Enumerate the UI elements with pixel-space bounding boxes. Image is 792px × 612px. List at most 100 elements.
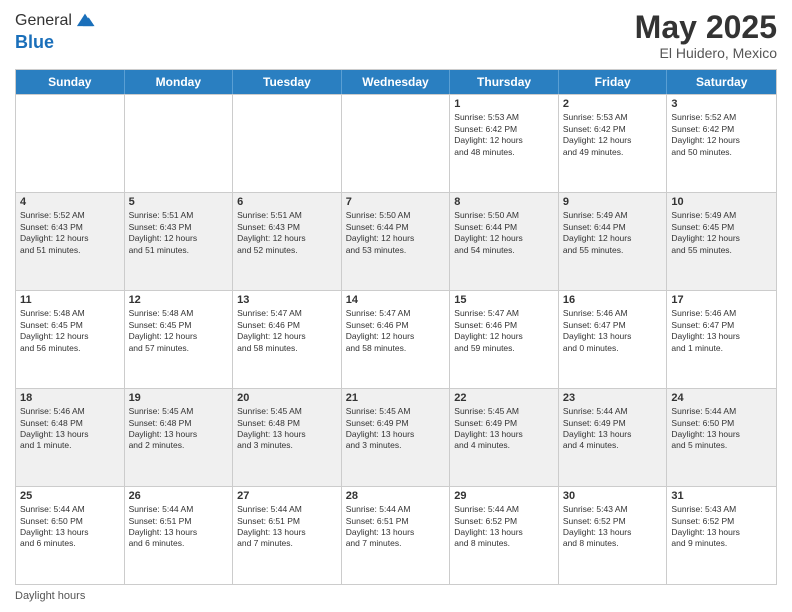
day-number-10: 10 bbox=[671, 196, 772, 208]
day-number-20: 20 bbox=[237, 392, 337, 404]
day-cell-17: 17Sunrise: 5:46 AMSunset: 6:47 PMDayligh… bbox=[667, 291, 776, 388]
calendar-row-5: 25 Sunrise: 5:44 AMSunset: 6:50 PMDayligh… bbox=[16, 486, 776, 584]
day-info-16: Sunrise: 5:46 AMSunset: 6:47 PMDaylight:… bbox=[563, 308, 663, 354]
day-info-14: Sunrise: 5:47 AMSunset: 6:46 PMDaylight:… bbox=[346, 308, 446, 354]
day-cell-30: 30 Sunrise: 5:43 AMSunset: 6:52 PMDayligh… bbox=[559, 487, 668, 584]
calendar: SundayMondayTuesdayWednesdayThursdayFrid… bbox=[15, 69, 777, 585]
calendar-row-1: 1 Sunrise: 5:53 AMSunset: 6:42 PMDaylight… bbox=[16, 94, 776, 192]
day-info-20: Sunrise: 5:45 AMSunset: 6:48 PMDaylight:… bbox=[237, 406, 337, 452]
day-info-17: Sunrise: 5:46 AMSunset: 6:47 PMDaylight:… bbox=[671, 308, 772, 354]
day-cell-24: 24 Sunrise: 5:44 AMSunset: 6:50 PMDayligh… bbox=[667, 389, 776, 486]
day-info-25: Sunrise: 5:44 AMSunset: 6:50 PMDaylight:… bbox=[20, 504, 120, 550]
logo: General Blue bbox=[15, 10, 96, 53]
day-number-2: 2 bbox=[563, 98, 663, 110]
day-number-3: 3 bbox=[671, 98, 772, 110]
day-info-27: Sunrise: 5:44 AMSunset: 6:51 PMDaylight:… bbox=[237, 504, 337, 550]
day-info-22: Sunrise: 5:45 AMSunset: 6:49 PMDaylight:… bbox=[454, 406, 554, 452]
day-number-13: 13 bbox=[237, 294, 337, 306]
day-cell-27: 27 Sunrise: 5:44 AMSunset: 6:51 PMDayligh… bbox=[233, 487, 342, 584]
day-cell-2: 2 Sunrise: 5:53 AMSunset: 6:42 PMDaylight… bbox=[559, 95, 668, 192]
title-block: May 2025 El Huidero, Mexico bbox=[635, 10, 777, 61]
day-number-14: 14 bbox=[346, 294, 446, 306]
day-cell-10: 10 Sunrise: 5:49 AMSunset: 6:45 PMDayligh… bbox=[667, 193, 776, 290]
day-cell-1: 1 Sunrise: 5:53 AMSunset: 6:42 PMDaylight… bbox=[450, 95, 559, 192]
page: General Blue May 2025 El Huidero, Mexico… bbox=[0, 0, 792, 612]
day-cell-13: 13 Sunrise: 5:47 AMSunset: 6:46 PMDayligh… bbox=[233, 291, 342, 388]
footer-note: Daylight hours bbox=[15, 590, 777, 602]
header-day-monday: Monday bbox=[125, 70, 234, 94]
calendar-body: 1 Sunrise: 5:53 AMSunset: 6:42 PMDaylight… bbox=[16, 94, 776, 584]
day-number-25: 25 bbox=[20, 490, 120, 502]
day-number-12: 12 bbox=[129, 294, 229, 306]
day-info-18: Sunrise: 5:46 AMSunset: 6:48 PMDaylight:… bbox=[20, 406, 120, 452]
day-cell-20: 20 Sunrise: 5:45 AMSunset: 6:48 PMDayligh… bbox=[233, 389, 342, 486]
day-cell-25: 25 Sunrise: 5:44 AMSunset: 6:50 PMDayligh… bbox=[16, 487, 125, 584]
day-info-11: Sunrise: 5:48 AMSunset: 6:45 PMDaylight:… bbox=[20, 308, 120, 354]
day-number-28: 28 bbox=[346, 490, 446, 502]
day-number-15: 15 bbox=[454, 294, 554, 306]
calendar-header: SundayMondayTuesdayWednesdayThursdayFrid… bbox=[16, 70, 776, 94]
day-number-5: 5 bbox=[129, 196, 229, 208]
calendar-row-2: 4 Sunrise: 5:52 AMSunset: 6:43 PMDaylight… bbox=[16, 192, 776, 290]
day-cell-11: 11 Sunrise: 5:48 AMSunset: 6:45 PMDayligh… bbox=[16, 291, 125, 388]
day-cell-19: 19Sunrise: 5:45 AMSunset: 6:48 PMDayligh… bbox=[125, 389, 234, 486]
header-day-friday: Friday bbox=[559, 70, 668, 94]
day-number-22: 22 bbox=[454, 392, 554, 404]
header-day-sunday: Sunday bbox=[16, 70, 125, 94]
day-number-1: 1 bbox=[454, 98, 554, 110]
header-day-thursday: Thursday bbox=[450, 70, 559, 94]
day-info-3: Sunrise: 5:52 AMSunset: 6:42 PMDaylight:… bbox=[671, 112, 772, 158]
day-number-23: 23 bbox=[563, 392, 663, 404]
day-cell-16: 16Sunrise: 5:46 AMSunset: 6:47 PMDayligh… bbox=[559, 291, 668, 388]
day-info-23: Sunrise: 5:44 AMSunset: 6:49 PMDaylight:… bbox=[563, 406, 663, 452]
day-info-7: Sunrise: 5:50 AMSunset: 6:44 PMDaylight:… bbox=[346, 210, 446, 256]
day-cell-29: 29Sunrise: 5:44 AMSunset: 6:52 PMDayligh… bbox=[450, 487, 559, 584]
day-number-11: 11 bbox=[20, 294, 120, 306]
day-info-1: Sunrise: 5:53 AMSunset: 6:42 PMDaylight:… bbox=[454, 112, 554, 158]
day-cell-31: 31Sunrise: 5:43 AMSunset: 6:52 PMDayligh… bbox=[667, 487, 776, 584]
day-cell-28: 28Sunrise: 5:44 AMSunset: 6:51 PMDayligh… bbox=[342, 487, 451, 584]
day-cell-15: 15 Sunrise: 5:47 AMSunset: 6:46 PMDayligh… bbox=[450, 291, 559, 388]
day-cell-14: 14 Sunrise: 5:47 AMSunset: 6:46 PMDayligh… bbox=[342, 291, 451, 388]
day-number-6: 6 bbox=[237, 196, 337, 208]
day-cell-12: 12 Sunrise: 5:48 AMSunset: 6:45 PMDayligh… bbox=[125, 291, 234, 388]
day-info-4: Sunrise: 5:52 AMSunset: 6:43 PMDaylight:… bbox=[20, 210, 120, 256]
header-day-wednesday: Wednesday bbox=[342, 70, 451, 94]
day-cell-6: 6 Sunrise: 5:51 AMSunset: 6:43 PMDaylight… bbox=[233, 193, 342, 290]
day-info-24: Sunrise: 5:44 AMSunset: 6:50 PMDaylight:… bbox=[671, 406, 772, 452]
logo-general-text: General bbox=[15, 12, 72, 30]
day-info-6: Sunrise: 5:51 AMSunset: 6:43 PMDaylight:… bbox=[237, 210, 337, 256]
day-number-9: 9 bbox=[563, 196, 663, 208]
logo-blue-text: Blue bbox=[15, 32, 54, 52]
day-cell-21: 21 Sunrise: 5:45 AMSunset: 6:49 PMDayligh… bbox=[342, 389, 451, 486]
day-number-4: 4 bbox=[20, 196, 120, 208]
day-info-31: Sunrise: 5:43 AMSunset: 6:52 PMDaylight:… bbox=[671, 504, 772, 550]
day-cell-18: 18 Sunrise: 5:46 AMSunset: 6:48 PMDayligh… bbox=[16, 389, 125, 486]
day-cell-4: 4 Sunrise: 5:52 AMSunset: 6:43 PMDaylight… bbox=[16, 193, 125, 290]
location: El Huidero, Mexico bbox=[635, 45, 777, 61]
header: General Blue May 2025 El Huidero, Mexico bbox=[15, 10, 777, 61]
day-number-21: 21 bbox=[346, 392, 446, 404]
calendar-row-4: 18 Sunrise: 5:46 AMSunset: 6:48 PMDayligh… bbox=[16, 388, 776, 486]
day-info-21: Sunrise: 5:45 AMSunset: 6:49 PMDaylight:… bbox=[346, 406, 446, 452]
day-number-24: 24 bbox=[671, 392, 772, 404]
day-cell-5: 5Sunrise: 5:51 AMSunset: 6:43 PMDaylight… bbox=[125, 193, 234, 290]
header-day-saturday: Saturday bbox=[667, 70, 776, 94]
day-number-29: 29 bbox=[454, 490, 554, 502]
day-info-13: Sunrise: 5:47 AMSunset: 6:46 PMDaylight:… bbox=[237, 308, 337, 354]
day-number-27: 27 bbox=[237, 490, 337, 502]
day-number-30: 30 bbox=[563, 490, 663, 502]
day-info-10: Sunrise: 5:49 AMSunset: 6:45 PMDaylight:… bbox=[671, 210, 772, 256]
empty-cell bbox=[233, 95, 342, 192]
day-number-18: 18 bbox=[20, 392, 120, 404]
day-number-26: 26 bbox=[129, 490, 229, 502]
day-info-30: Sunrise: 5:43 AMSunset: 6:52 PMDaylight:… bbox=[563, 504, 663, 550]
day-number-7: 7 bbox=[346, 196, 446, 208]
day-info-8: Sunrise: 5:50 AMSunset: 6:44 PMDaylight:… bbox=[454, 210, 554, 256]
day-info-12: Sunrise: 5:48 AMSunset: 6:45 PMDaylight:… bbox=[129, 308, 229, 354]
daylight-hours-label: Daylight hours bbox=[15, 590, 85, 602]
day-number-8: 8 bbox=[454, 196, 554, 208]
month-title: May 2025 bbox=[635, 10, 777, 45]
day-info-15: Sunrise: 5:47 AMSunset: 6:46 PMDaylight:… bbox=[454, 308, 554, 354]
day-info-2: Sunrise: 5:53 AMSunset: 6:42 PMDaylight:… bbox=[563, 112, 663, 158]
